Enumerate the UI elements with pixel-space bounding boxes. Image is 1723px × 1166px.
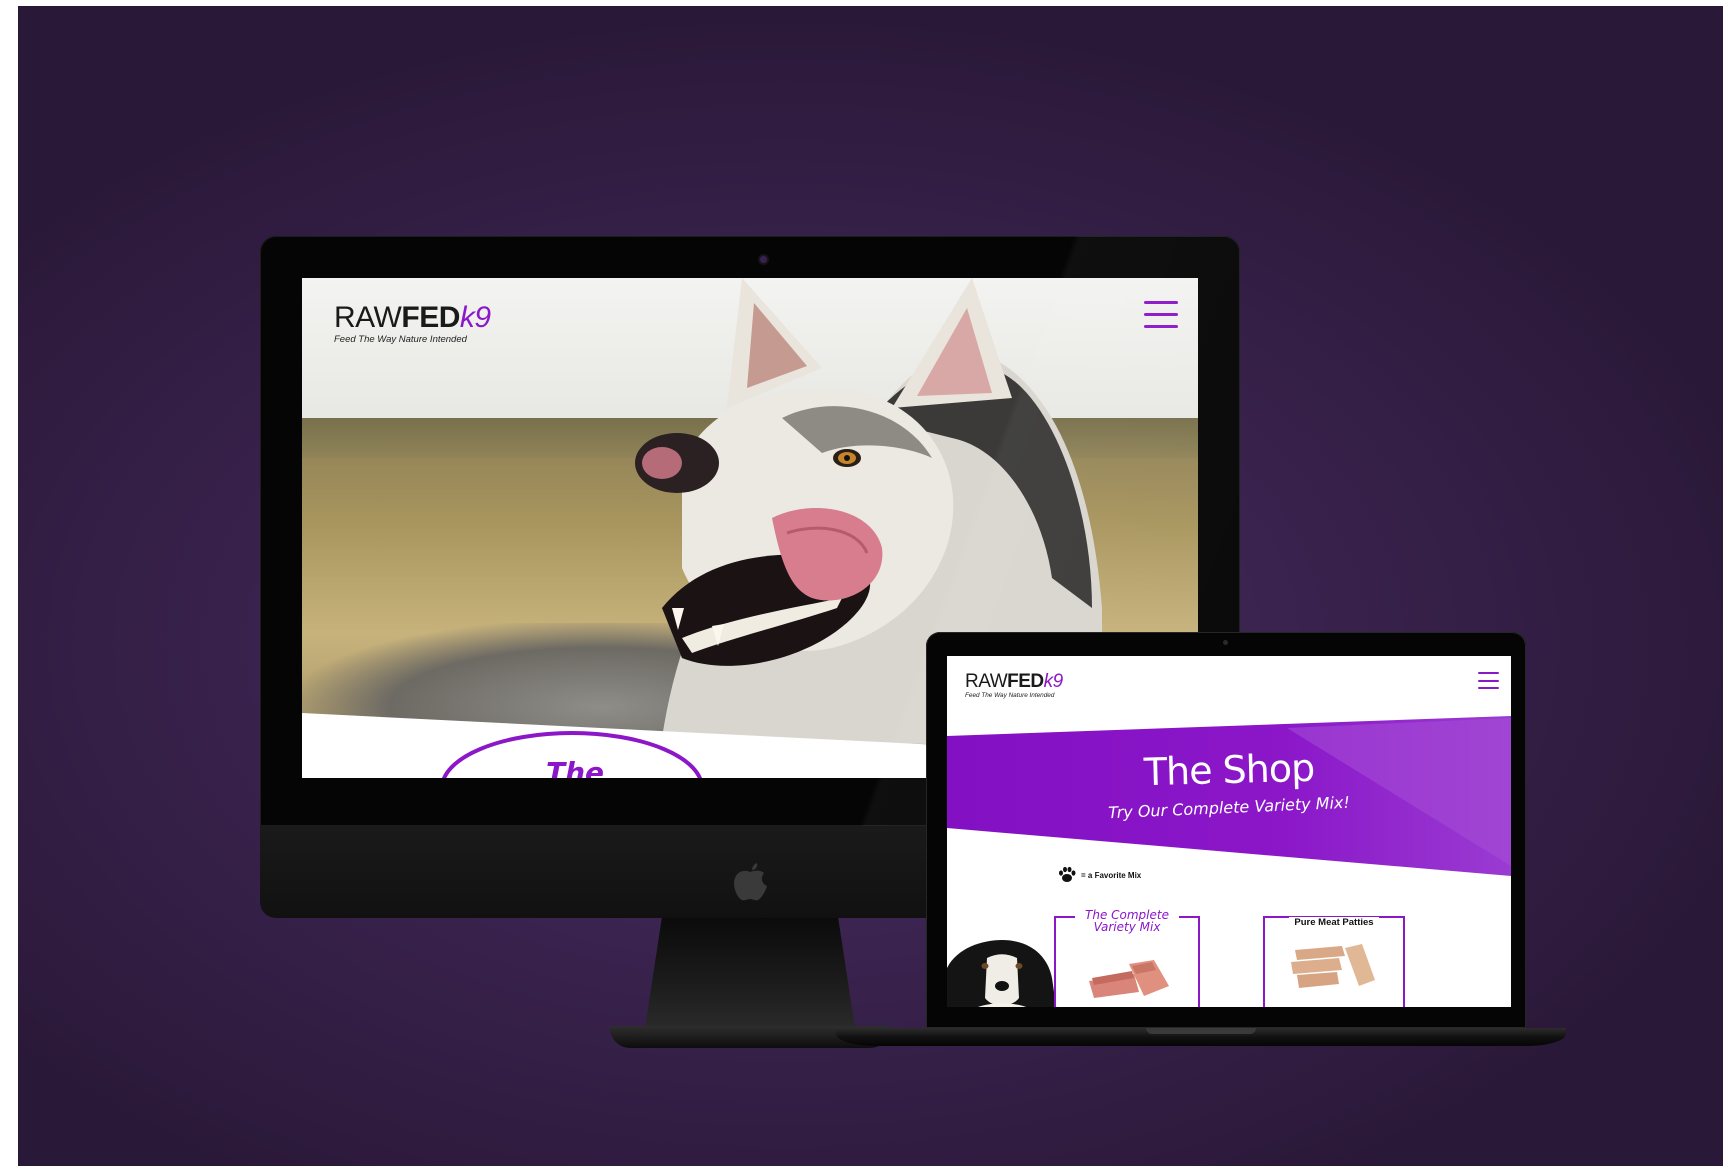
logo-raw: RAW [965, 671, 1008, 692]
product-title-line1: Pure Meat Patties [1289, 917, 1379, 928]
mockup-background: The RAWFEDk9 Feed The Way Nature Intende… [18, 6, 1723, 1166]
laptop-notch [1146, 1028, 1256, 1034]
logo-raw: RAW [334, 301, 402, 334]
logo-k9: k9 [1043, 671, 1064, 692]
border-collie-photo [947, 940, 1057, 1007]
logo-fed: FED [1007, 671, 1044, 692]
laptop-screen: RAWFEDk9 Feed The Way Nature Intended Th… [947, 656, 1511, 1007]
hamburger-menu-icon[interactable] [1478, 672, 1499, 689]
favorite-legend: = a Favorite Mix [1057, 866, 1141, 884]
product-image [1089, 960, 1169, 998]
product-title: Pure Meat Patties [1265, 912, 1403, 930]
camera-icon [760, 256, 767, 263]
product-card[interactable]: The Complete Variety Mix [1054, 909, 1200, 1007]
logo-fed: FED [401, 301, 460, 334]
paw-icon [1059, 866, 1076, 882]
product-card[interactable]: Pure Meat Patties [1263, 916, 1405, 1007]
product-title-line2: Variety Mix [1088, 921, 1166, 933]
logo-tagline: Feed The Way Nature Intended [334, 334, 467, 345]
logo-k9: k9 [459, 301, 491, 334]
hero-heading-partial: The [545, 756, 605, 778]
site-logo[interactable]: RAWFEDk9 Feed The Way Nature Intended [334, 303, 491, 346]
camera-icon [1223, 640, 1228, 645]
product-image [1291, 944, 1375, 988]
hamburger-menu-icon[interactable] [1144, 301, 1178, 328]
site-logo[interactable]: RAWFEDk9 Feed The Way Nature Intended [965, 672, 1063, 699]
laptop: RAWFEDk9 Feed The Way Nature Intended Th… [836, 632, 1566, 1072]
product-title: The Complete Variety Mix [1056, 909, 1198, 936]
logo-wordmark: RAWFEDk9 [965, 672, 1063, 691]
apple-logo-icon [734, 863, 767, 901]
monitor-stand [645, 918, 855, 1028]
legend-text: = a Favorite Mix [1081, 870, 1142, 880]
logo-wordmark: RAWFEDk9 [334, 303, 491, 333]
logo-tagline: Feed The Way Nature Intended [965, 692, 1055, 699]
